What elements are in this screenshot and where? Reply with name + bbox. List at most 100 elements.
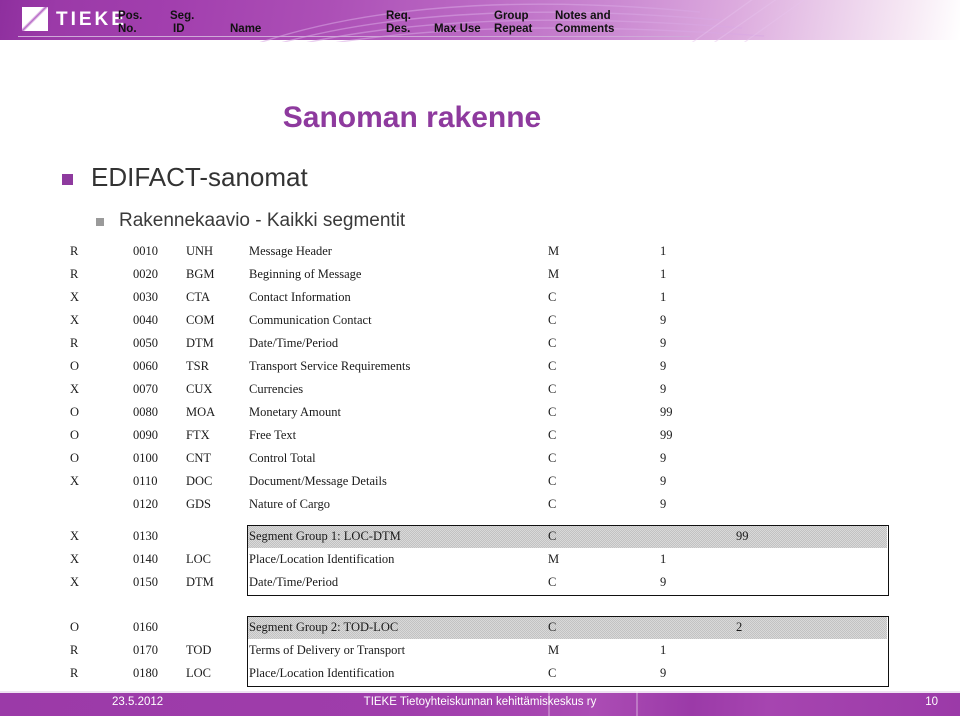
table-row: X 0110 DOC Document/Message Details C 9 (0, 470, 960, 493)
cell-seg-id: CNT (186, 451, 211, 465)
cell-pos-no: 0140 (133, 552, 158, 566)
bullet-level2: Rakennekaavio - Kaikki segmentit (96, 209, 405, 232)
header-underline (18, 36, 690, 37)
cell-req-des: C (548, 529, 557, 543)
cell-req-des-flag: X (70, 474, 80, 488)
cell-pos-no: 0040 (133, 313, 158, 327)
cell-pos-no: 0030 (133, 290, 158, 304)
cell-req-des-flag: X (70, 290, 80, 304)
cell-max-use: 1 (660, 552, 667, 566)
column-header-req-line1: Req. (386, 10, 411, 22)
cell-req-des-flag: R (70, 336, 79, 350)
square-bullet-icon (62, 173, 73, 185)
cell-name: Nature of Cargo (249, 497, 330, 511)
table-row: 0120 GDS Nature of Cargo C 9 (0, 493, 960, 516)
cell-seg-id: UNH (186, 244, 214, 258)
table-row: X 0030 CTA Contact Information C 1 (0, 286, 960, 309)
cell-name: Free Text (249, 428, 297, 442)
cell-req-des: C (548, 428, 557, 442)
cell-req-des-flag: O (70, 428, 80, 442)
cell-group-repeat: 99 (736, 529, 749, 543)
cell-req-des-flag: R (70, 666, 79, 680)
cell-req-des: C (548, 336, 557, 350)
cell-req-des: C (548, 620, 557, 634)
cell-seg-id: DTM (186, 575, 214, 589)
cell-name: Monetary Amount (249, 405, 342, 419)
cell-max-use: 1 (660, 267, 667, 281)
table-row: X 0070 CUX Currencies C 9 (0, 378, 960, 401)
cell-max-use: 9 (660, 575, 667, 589)
cell-max-use: 1 (660, 290, 667, 304)
cell-max-use: 9 (660, 313, 667, 327)
cell-name: Control Total (249, 451, 316, 465)
cell-req-des-flag: R (70, 643, 79, 657)
cell-pos-no: 0080 (133, 405, 158, 419)
table-row: O 0090 FTX Free Text C 99 (0, 424, 960, 447)
column-header-seg-line1: Seg. (170, 10, 195, 22)
cell-name: Contact Information (249, 290, 351, 304)
cell-req-des-flag: X (70, 575, 80, 589)
cell-seg-id: COM (186, 313, 215, 327)
cell-seg-id: GDS (186, 497, 212, 511)
cell-pos-no: 0100 (133, 451, 158, 465)
cell-req-des: C (548, 666, 557, 680)
cell-pos-no: 0060 (133, 359, 158, 373)
table-row: R 0180 LOC Place/Location Identification C 9 (0, 662, 960, 685)
column-header-group-line1: Group (494, 10, 529, 22)
table-row: O 0100 CNT Control Total C 9 (0, 447, 960, 470)
cell-pos-no: 0020 (133, 267, 158, 281)
slide-canvas: TIEKE Pos. No. Seg. ID Name Req. Des. Ma… (0, 0, 960, 716)
cell-max-use: 1 (660, 643, 667, 657)
cell-name: Segment Group 1: LOC-DTM (249, 529, 401, 543)
cell-seg-id: MOA (186, 405, 216, 419)
cell-seg-id: CTA (186, 290, 210, 304)
cell-seg-id: TOD (186, 643, 212, 657)
cell-name: Place/Location Identification (249, 552, 395, 566)
table-row: O 0060 TSR Transport Service Requirements C 9 (0, 355, 960, 378)
cell-seg-id: LOC (186, 552, 211, 566)
cell-name: Place/Location Identification (249, 666, 395, 680)
footer-page-number: 10 (925, 696, 938, 708)
cell-name: Communication Contact (249, 313, 372, 327)
table-row: R 0020 BGM Beginning of Message M 1 (0, 263, 960, 286)
cell-req-des-flag: O (70, 620, 80, 634)
cell-req-des: C (548, 497, 557, 511)
cell-max-use: 9 (660, 666, 667, 680)
cell-pos-no: 0090 (133, 428, 158, 442)
tieke-logo-mark (22, 7, 48, 31)
cell-seg-id: LOC (186, 666, 211, 680)
column-header-pos-line1: Pos. (118, 10, 143, 22)
cell-pos-no: 0160 (133, 620, 158, 634)
footer-organization: TIEKE Tietoyhteiskunnan kehittämiskeskus… (363, 696, 597, 708)
cell-pos-no: 0120 (133, 497, 158, 511)
cell-pos-no: 0180 (133, 666, 158, 680)
table-row-group-header: X 0130 Segment Group 1: LOC-DTM C 99 (0, 525, 960, 548)
bullet-level1: EDIFACT-sanomat (62, 162, 308, 192)
cell-req-des-flag: R (70, 267, 79, 281)
cell-max-use: 9 (660, 497, 667, 511)
column-header-group-line2: Repeat (494, 23, 533, 35)
cell-name: Terms of Delivery or Transport (249, 643, 406, 657)
cell-pos-no: 0050 (133, 336, 158, 350)
cell-req-des: M (548, 244, 560, 258)
cell-pos-no: 0170 (133, 643, 158, 657)
cell-seg-id: DOC (186, 474, 213, 488)
cell-pos-no: 0130 (133, 529, 158, 543)
table-row: R 0010 UNH Message Header M 1 (0, 240, 960, 263)
cell-req-des-flag: O (70, 405, 80, 419)
column-header-notes-line2: Comments (555, 23, 615, 35)
page-title: Sanoman rakenne (282, 101, 542, 134)
cell-req-des-flag: X (70, 382, 80, 396)
cell-req-des: C (548, 405, 557, 419)
cell-max-use: 9 (660, 336, 667, 350)
cell-req-des: C (548, 451, 557, 465)
cell-max-use: 9 (660, 451, 667, 465)
table-row-group-header: O 0160 Segment Group 2: TOD-LOC C 2 (0, 616, 960, 639)
cell-req-des: C (548, 474, 557, 488)
cell-pos-no: 0110 (133, 474, 158, 488)
cell-seg-id: BGM (186, 267, 215, 281)
cell-req-des: C (548, 382, 557, 396)
cell-max-use: 1 (660, 244, 667, 258)
column-header-notes-line1: Notes and (555, 10, 611, 22)
cell-max-use: 9 (660, 359, 667, 373)
